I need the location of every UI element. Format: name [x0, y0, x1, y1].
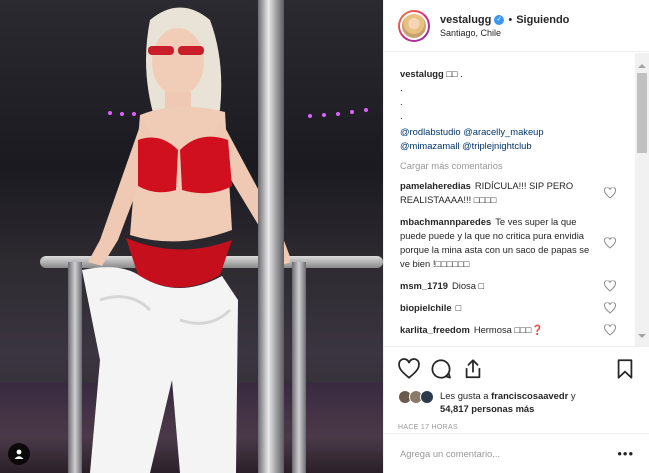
comment-username[interactable]: msm_1719 [400, 280, 448, 291]
heart-icon[interactable] [604, 324, 616, 336]
comment-item: biopielchile □ [400, 301, 636, 315]
separator-dot: • [508, 13, 513, 26]
avatar[interactable] [398, 9, 430, 42]
comment-text: Diosa □ [451, 280, 485, 291]
bookmark-icon[interactable] [614, 358, 636, 380]
post-header: vestalugg ✓ • Siguiendo Santiago, Chile [384, 0, 649, 52]
scrollbar-thumb[interactable] [637, 73, 647, 153]
comment-text: □ [455, 302, 462, 313]
comment-item: pamelaheredias RIDÍCULA!!! SIP PERO REALI… [400, 179, 636, 207]
user-tag-icon[interactable] [8, 443, 30, 465]
caption-mentions: @rodlabstudio @aracelly_makeup @mimazama… [400, 125, 636, 153]
add-comment-bar: ••• [384, 433, 649, 473]
comments-scrollbar[interactable] [635, 53, 649, 346]
likes-summary: Les gusta a franciscosaavedr y 54,817 pe… [398, 389, 636, 415]
scroll-down-arrow-icon[interactable] [638, 334, 646, 338]
mention-link[interactable]: @triplejnightclub [462, 140, 531, 151]
post-timestamp[interactable]: HACE 17 HORAS [398, 424, 636, 431]
comment-input[interactable] [400, 448, 618, 459]
caption-text: □□ . [446, 68, 463, 79]
railing-post [292, 262, 306, 473]
post-side-panel: vestalugg ✓ • Siguiendo Santiago, Chile … [383, 0, 649, 473]
location-link[interactable]: Santiago, Chile [440, 28, 569, 38]
likes-connector: y [570, 390, 576, 401]
heart-icon[interactable] [604, 237, 616, 249]
liker-username[interactable]: franciscosaavedr [491, 390, 568, 401]
header-username[interactable]: vestalugg [440, 14, 491, 26]
share-icon[interactable] [462, 358, 484, 380]
post-caption: vestalugg □□ . . . . @rodlabstudio @arac… [400, 67, 636, 153]
person-figure [82, 7, 290, 473]
heart-icon[interactable] [604, 280, 616, 292]
more-options-button[interactable]: ••• [617, 446, 634, 461]
mention-link[interactable]: @mimazamall [400, 140, 460, 151]
verified-badge-icon: ✓ [494, 14, 505, 25]
heart-icon[interactable] [604, 187, 616, 199]
comment-username[interactable]: biopielchile [400, 302, 452, 313]
caption-dot: . [400, 82, 403, 93]
scroll-up-arrow-icon[interactable] [638, 64, 646, 68]
likes-count[interactable]: 54,817 personas más [440, 403, 534, 414]
comment-username[interactable]: mbachmannparedes [400, 216, 491, 227]
load-more-comments-button[interactable]: Cargar más comentarios [400, 159, 636, 173]
comment-item: msm_1719 Diosa □ [400, 279, 636, 293]
mention-link[interactable]: @aracelly_makeup [463, 126, 543, 137]
following-button[interactable]: Siguiendo [516, 14, 569, 26]
dance-pole [258, 0, 284, 473]
avatar[interactable] [420, 390, 434, 404]
comment-item: karlita_freedom Hermosa □□□❓ [400, 323, 636, 337]
likes-prefix: Les gusta a [440, 390, 489, 401]
heart-icon[interactable] [398, 358, 420, 380]
post-photo[interactable] [0, 0, 383, 473]
post-actions: Les gusta a franciscosaavedr y 54,817 pe… [384, 346, 649, 431]
heart-icon[interactable] [604, 302, 616, 314]
caption-dot: . [400, 110, 403, 121]
mention-link[interactable]: @rodlabstudio [400, 126, 461, 137]
comment-username[interactable]: karlita_freedom [400, 324, 470, 335]
comment-item: mbachmannparedes Te ves super la que pued… [400, 215, 636, 271]
comments-list[interactable]: vestalugg □□ . . . . @rodlabstudio @arac… [384, 53, 636, 346]
caption-username[interactable]: vestalugg [400, 68, 444, 79]
comment-text: Hermosa □□□❓ [473, 324, 544, 335]
caption-dot: . [400, 96, 403, 107]
comment-icon[interactable] [430, 358, 452, 380]
comment-username[interactable]: pamelaheredias [400, 180, 471, 191]
